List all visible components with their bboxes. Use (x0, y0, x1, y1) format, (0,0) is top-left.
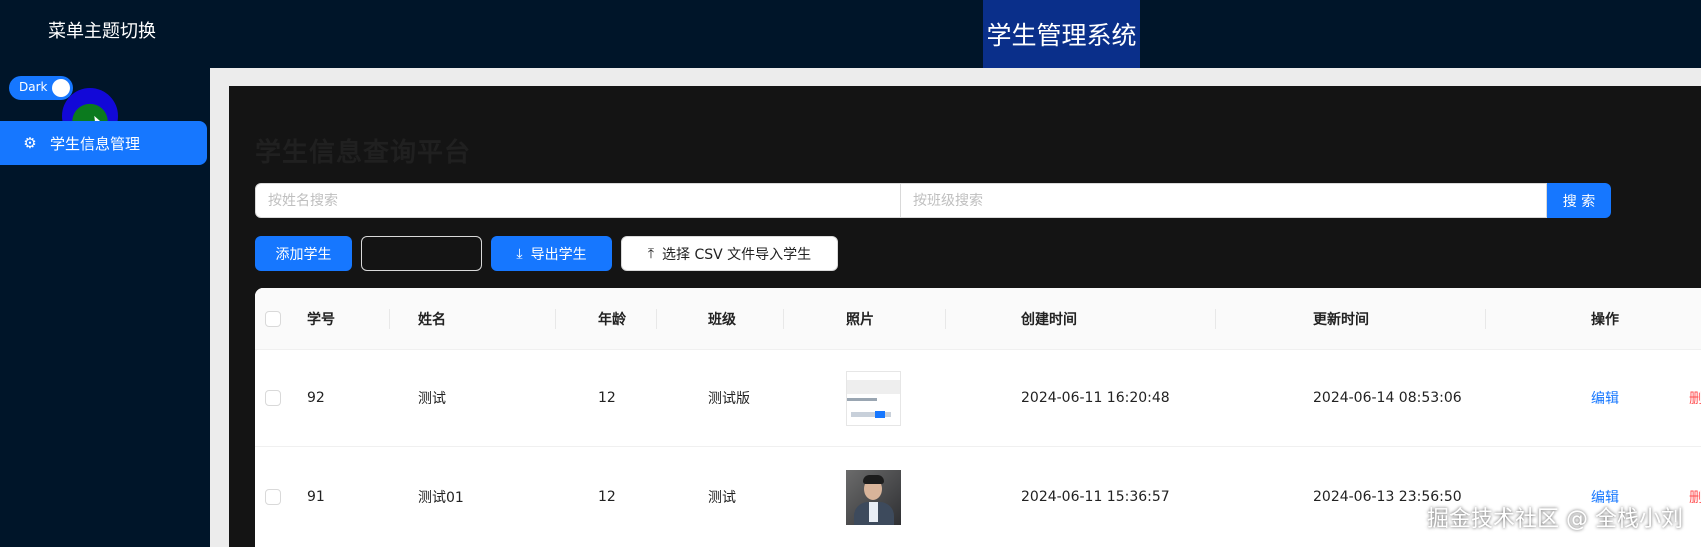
column-header-age: 年龄 (598, 311, 626, 328)
cell-age: 12 (598, 489, 616, 505)
cell-updated-time: 2024-06-14 08:53:06 (1313, 390, 1462, 406)
search-bar: 搜 索 (255, 183, 1611, 218)
delete-link[interactable]: 删 (1689, 350, 1701, 446)
thumb-shape (863, 474, 884, 484)
cell-id: 92 (307, 390, 325, 406)
student-photo-thumbnail[interactable] (846, 370, 901, 426)
cell-created-time: 2024-06-11 15:36:57 (1021, 489, 1170, 505)
page-title: 学生信息查询平台 (255, 138, 472, 168)
student-photo-thumbnail[interactable] (846, 469, 901, 525)
thumb-shape (875, 410, 885, 418)
column-header-updated: 更新时间 (1313, 311, 1369, 328)
thumb-shape (847, 379, 900, 394)
cell-class: 测试版 (708, 391, 750, 407)
toolbar: 添加学生 ⤓ 导出学生 ⤒ 选择 CSV 文件导入学生 (255, 236, 838, 271)
row-checkbox[interactable] (265, 489, 281, 505)
column-divider (555, 309, 556, 329)
sidebar-item-label: 学生信息管理 (50, 134, 141, 153)
row-checkbox[interactable] (265, 390, 281, 406)
column-divider (945, 309, 946, 329)
export-button-label: 导出学生 (530, 246, 587, 263)
theme-toggle-switch[interactable]: Dark (9, 76, 73, 100)
import-csv-button[interactable]: ⤒ 选择 CSV 文件导入学生 (621, 236, 838, 271)
menu-theme-title: 菜单主题切换 (48, 21, 156, 42)
table-header: 学号 姓名 年龄 班级 照片 创建时间 更新时间 操作 (255, 288, 1701, 350)
column-divider (783, 309, 784, 329)
theme-switch-label: Dark (19, 80, 48, 94)
cell-class: 测试 (708, 490, 736, 506)
column-divider (389, 309, 390, 329)
blank-button[interactable] (361, 236, 482, 271)
delete-link[interactable]: 删 (1689, 447, 1701, 547)
import-button-label: 选择 CSV 文件导入学生 (662, 246, 812, 263)
edit-link[interactable]: 编辑 (1591, 350, 1619, 446)
class-search-input[interactable] (901, 183, 1547, 218)
app-header: 菜单主题切换 学生管理系统 (0, 0, 1701, 68)
sidebar: Dark ⚙ 学生信息管理 (0, 68, 210, 547)
main-content: 学生信息查询平台 搜 索 添加学生 ⤓ 导出学生 ⤒ 选择 CSV 文件导入学生… (229, 86, 1701, 547)
column-header-name: 姓名 (418, 311, 446, 328)
thumb-shape (869, 501, 878, 522)
column-header-created: 创建时间 (1021, 311, 1077, 328)
watermark: 掘金技术社区 @ 全栈小刘 (1427, 507, 1683, 532)
column-divider (656, 309, 657, 329)
column-header-photo: 照片 (846, 311, 874, 328)
column-header-class: 班级 (708, 311, 736, 328)
column-header-actions: 操作 (1591, 311, 1619, 328)
column-divider (1485, 309, 1486, 329)
cell-name: 测试01 (418, 490, 464, 506)
add-student-button[interactable]: 添加学生 (255, 236, 352, 271)
switch-knob (52, 79, 70, 97)
cell-id: 91 (307, 489, 325, 505)
thumb-shape (851, 411, 891, 417)
column-header-id: 学号 (307, 311, 335, 328)
cell-name: 测试 (418, 391, 446, 407)
download-icon: ⤓ (516, 245, 523, 262)
column-divider (1215, 309, 1216, 329)
name-search-input[interactable] (255, 183, 901, 218)
thumb-shape (847, 397, 877, 401)
gear-icon: ⚙ (23, 134, 37, 152)
app-title: 学生管理系统 (983, 0, 1140, 68)
cell-created-time: 2024-06-11 16:20:48 (1021, 390, 1170, 406)
cell-age: 12 (598, 390, 616, 406)
select-all-checkbox[interactable] (265, 310, 281, 327)
sidebar-item-student-info[interactable]: ⚙ 学生信息管理 (0, 121, 207, 165)
table-row: 92 测试 12 测试版 2024-06-11 16:20:48 2024-06… (255, 350, 1701, 447)
upload-icon: ⤒ (647, 245, 655, 262)
export-students-button[interactable]: ⤓ 导出学生 (491, 236, 612, 271)
search-button[interactable]: 搜 索 (1547, 183, 1611, 218)
